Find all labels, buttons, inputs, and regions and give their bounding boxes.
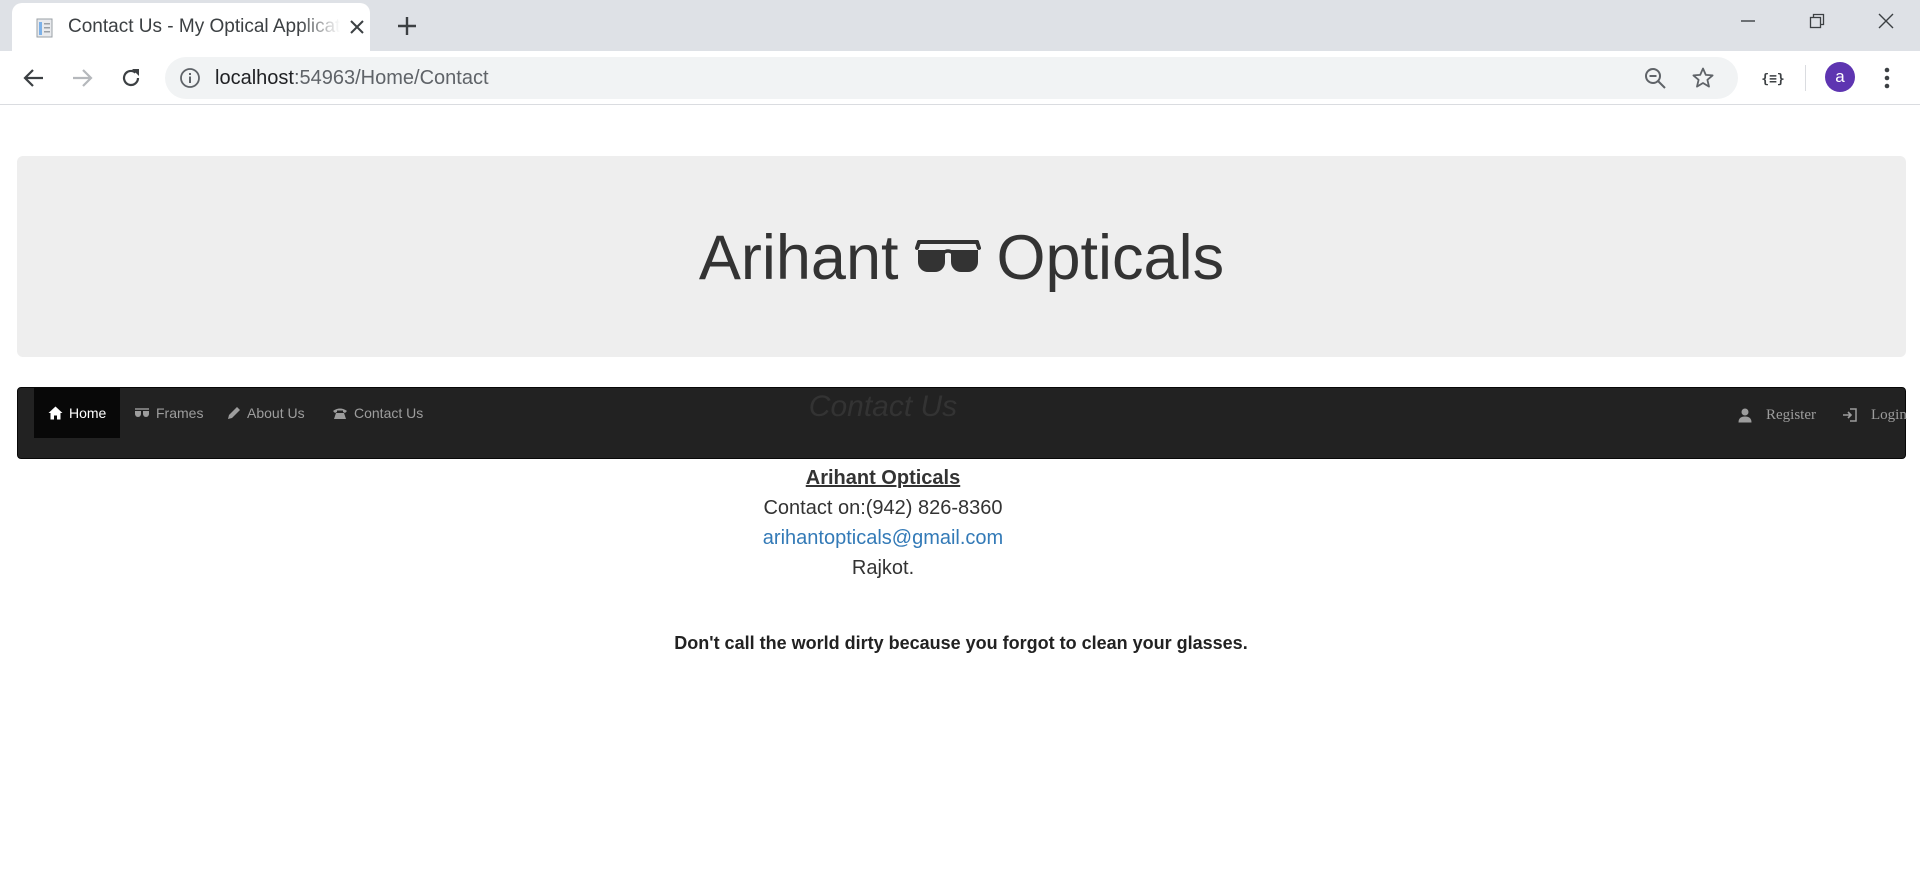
header-jumbotron: Arihant Opticals <box>17 156 1906 357</box>
contact-phone: Contact on:(942) 826-8360 <box>763 497 1003 519</box>
footer-quote: Don't call the world dirty because you f… <box>674 633 1248 653</box>
nav-register-label: Register <box>1766 406 1816 423</box>
forward-arrow-icon[interactable] <box>67 63 97 93</box>
nav-login-label: Login <box>1871 406 1907 423</box>
toolbar-divider <box>1805 65 1806 91</box>
page-viewport: Arihant Opticals Home Frames About Us Co… <box>0 106 1920 874</box>
login-icon <box>1843 408 1857 422</box>
page-favicon-icon <box>36 18 53 38</box>
new-tab-icon[interactable] <box>392 11 422 41</box>
url-host: localhost <box>215 67 294 89</box>
url-path: :54963/Home/Contact <box>293 67 489 89</box>
contact-city: Rajkot. <box>851 557 915 579</box>
reload-icon[interactable] <box>116 63 146 93</box>
site-brand: Arihant Opticals <box>17 222 1906 294</box>
url-text[interactable]: localhost:54963/Home/Contact <box>215 67 489 90</box>
restore-icon[interactable] <box>1783 0 1851 42</box>
address-bar[interactable]: localhost:54963/Home/Contact <box>165 57 1738 99</box>
profile-avatar[interactable]: a <box>1825 62 1855 92</box>
brand-name-right: Opticals <box>996 223 1225 293</box>
close-window-icon[interactable] <box>1852 0 1920 42</box>
extension-json-icon[interactable]: {≡} <box>1758 68 1788 90</box>
nav-login[interactable]: Login <box>1842 402 1907 428</box>
browser-toolbar: localhost:54963/Home/Contact <box>0 51 1920 105</box>
browser-tab[interactable]: Contact Us - My Optical Application <box>12 3 370 51</box>
browser-titlebar: Contact Us - My Optical Application <box>0 0 1920 51</box>
page-title: Contact Us <box>808 390 958 423</box>
zoom-out-icon[interactable] <box>1643 66 1667 90</box>
brand-name-left: Arihant <box>698 223 899 293</box>
minimize-icon[interactable] <box>1714 0 1782 42</box>
tab-close-icon[interactable] <box>345 15 369 39</box>
tab-title: Contact Us - My Optical Application <box>68 16 340 37</box>
contact-email-link[interactable]: arihantopticals@gmail.com <box>0 527 1766 550</box>
bookmark-star-icon[interactable] <box>1691 66 1715 90</box>
company-name: Arihant Opticals <box>805 467 961 489</box>
sunglasses-icon <box>914 240 981 272</box>
site-info-icon[interactable] <box>179 67 201 89</box>
browser-menu-icon[interactable] <box>1875 64 1899 92</box>
back-arrow-icon[interactable] <box>19 63 49 93</box>
